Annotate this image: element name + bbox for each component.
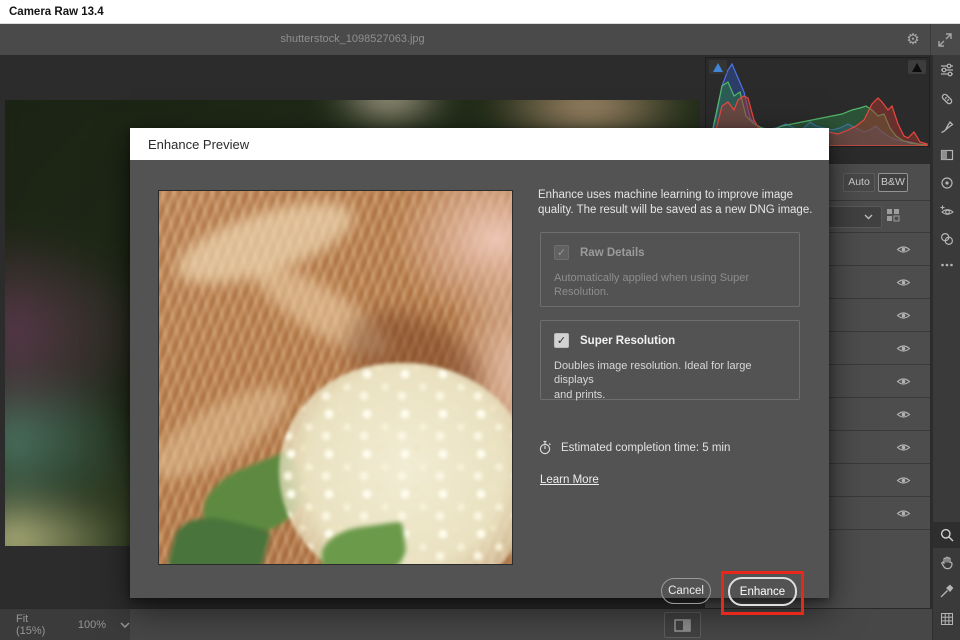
eye-icon[interactable] [896, 442, 911, 453]
app-titlebar: shutterstock_1098527063.jpg ⚙ [0, 24, 960, 55]
eye-icon[interactable] [896, 376, 911, 387]
estimated-time-row: Estimated completion time: 5 min [538, 440, 730, 455]
brush-icon[interactable] [933, 114, 960, 140]
eye-icon[interactable] [896, 310, 911, 321]
sampler-icon[interactable] [933, 578, 960, 604]
eye-icon[interactable] [896, 277, 911, 288]
more-dots-icon[interactable] [933, 252, 960, 278]
eye-icon[interactable] [896, 244, 911, 255]
dialog-description: Enhance uses machine learning to improve… [538, 189, 813, 217]
raw-details-group: ✓ Raw Details Automatically applied when… [540, 232, 800, 307]
fit-zoom-label: Fit (15%) [16, 613, 46, 637]
chevron-down-icon[interactable] [120, 622, 130, 628]
super-resolution-checkbox[interactable]: ✓ [554, 333, 569, 348]
red-eye-icon[interactable] [933, 198, 960, 224]
chevron-down-icon [864, 214, 873, 220]
filename-label: shutterstock_1098527063.jpg [280, 33, 425, 45]
gear-icon[interactable]: ⚙ [901, 28, 925, 52]
presets-icon[interactable] [933, 226, 960, 252]
enhance-preview-dialog: Enhance Preview Enhance uses machine lea… [130, 128, 829, 615]
highlight-clipping-triangle[interactable] [908, 60, 926, 74]
stopwatch-icon [538, 440, 552, 455]
eye-icon[interactable] [896, 343, 911, 354]
eye-icon[interactable] [896, 409, 911, 420]
super-resolution-label: Super Resolution [580, 335, 676, 347]
radial-icon[interactable] [933, 170, 960, 196]
super-resolution-description: Doubles image resolution. Ideal for larg… [554, 360, 752, 401]
learn-more-link[interactable]: Learn More [540, 474, 599, 486]
window-titlebar: Camera Raw 13.4 [0, 0, 960, 24]
zoom-tool-icon[interactable] [933, 522, 960, 548]
shadow-clipping-triangle[interactable] [709, 60, 727, 74]
raw-details-checkbox: ✓ [554, 245, 569, 260]
eye-icon[interactable] [896, 508, 911, 519]
zoom-level-label: 100% [77, 619, 106, 631]
edit-sliders-icon[interactable] [933, 57, 960, 83]
dialog-title: Enhance Preview [148, 136, 250, 152]
raw-details-label: Raw Details [580, 247, 645, 259]
enhance-preview-image[interactable] [158, 190, 513, 565]
toggle-fullscreen-icon[interactable] [936, 31, 954, 49]
auto-button[interactable]: Auto [843, 173, 875, 192]
healing-icon[interactable] [933, 86, 960, 112]
bw-button[interactable]: B&W [878, 173, 908, 192]
zoom-controls: Fit (15%) 100% [0, 609, 130, 640]
dialog-body: Enhance uses machine learning to improve… [130, 160, 829, 615]
window-title: Camera Raw 13.4 [9, 5, 104, 18]
status-bar: Fit (15%) 100% [0, 608, 932, 640]
dialog-titlebar: Enhance Preview [130, 128, 829, 160]
titlebar-divider [930, 24, 931, 55]
before-after-view-icon[interactable] [664, 612, 701, 638]
profile-browser-icon[interactable] [886, 208, 904, 226]
enhance-button[interactable]: Enhance [728, 577, 797, 606]
raw-details-description: Automatically applied when using Super R… [554, 272, 750, 299]
estimated-time-label: Estimated completion time: 5 min [561, 441, 731, 454]
masking-icon[interactable] [933, 142, 960, 168]
hand-tool-icon[interactable] [933, 550, 960, 576]
cancel-button[interactable]: Cancel [661, 578, 711, 604]
tool-bar [932, 55, 960, 640]
super-resolution-group: ✓ Super Resolution Doubles image resolut… [540, 320, 800, 401]
eye-icon[interactable] [896, 475, 911, 486]
grid-overlay-icon[interactable] [933, 606, 960, 632]
